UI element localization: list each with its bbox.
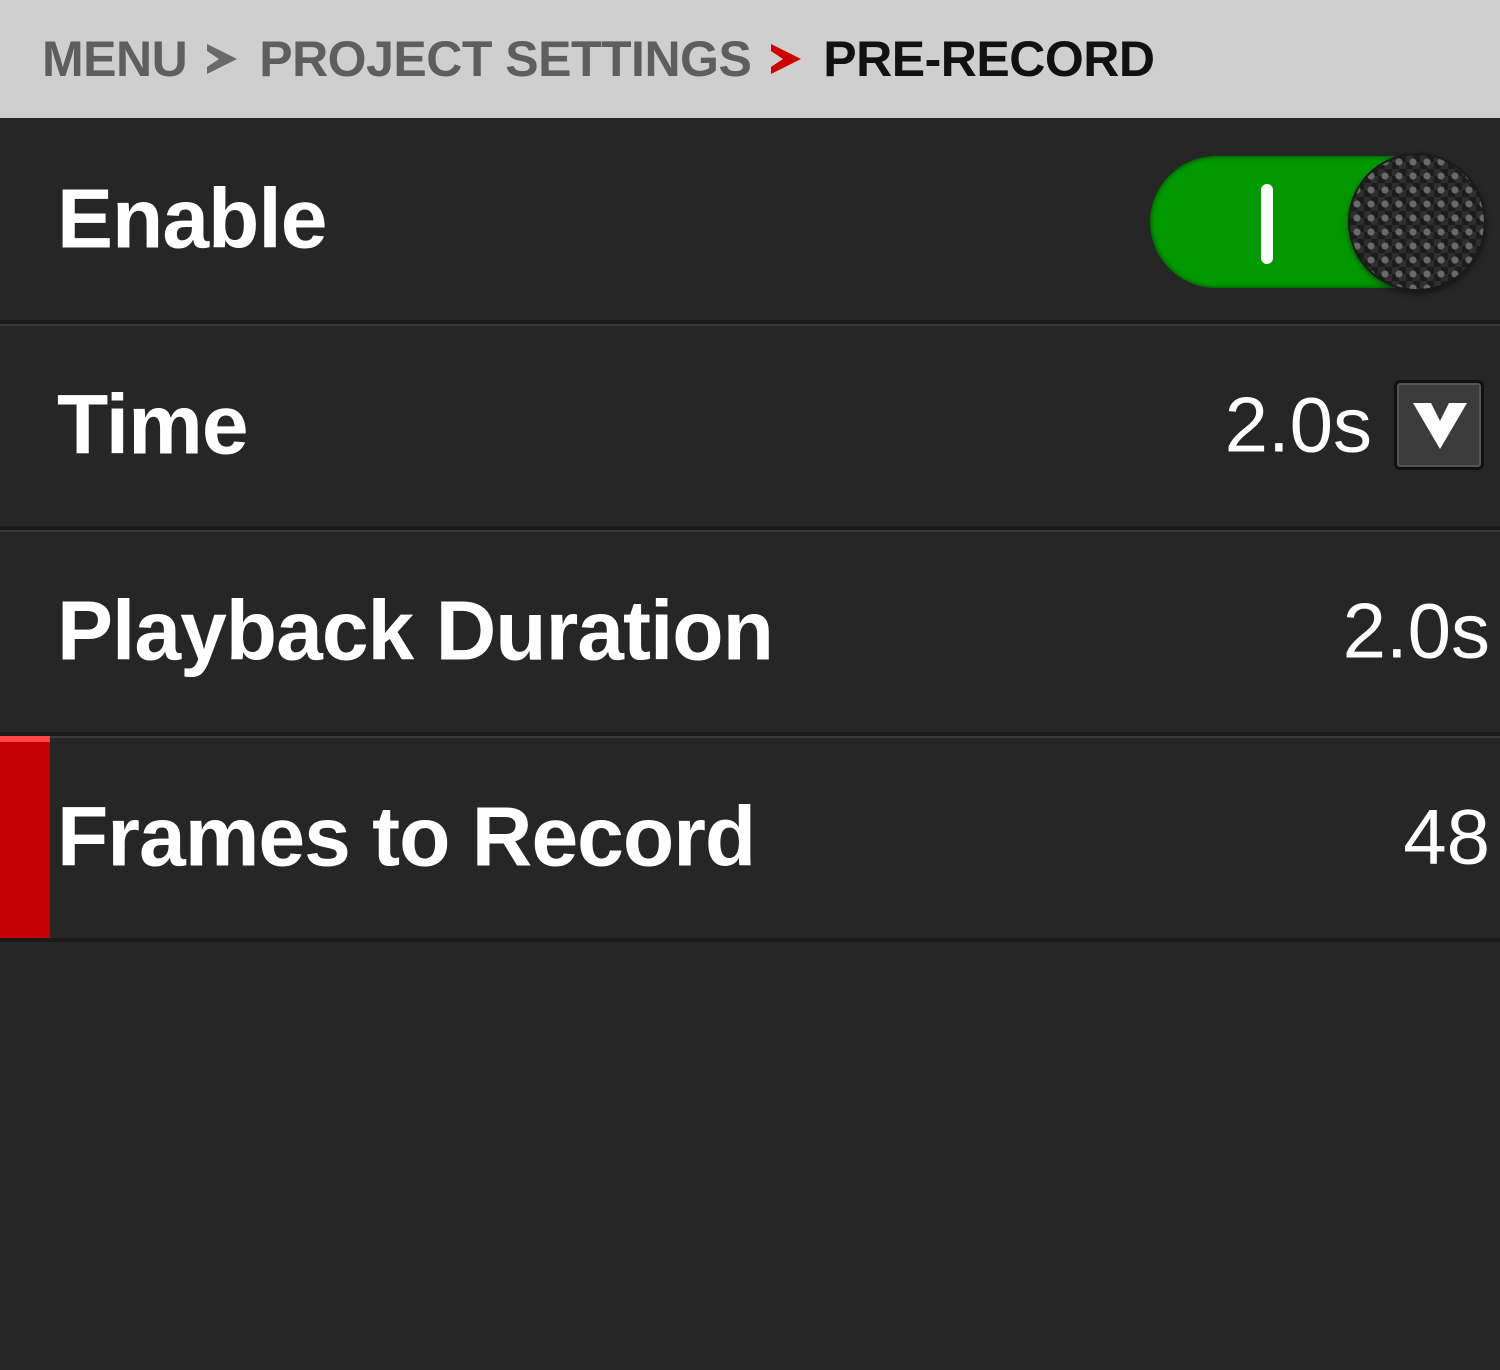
breadcrumb-item-menu[interactable]: MENU [42, 30, 188, 88]
setting-label: Frames to Record [57, 789, 756, 884]
setting-row-playback-duration[interactable]: Playback Duration 2.0s [0, 530, 1500, 736]
setting-row-frames-to-record[interactable]: Frames to Record 48 [0, 736, 1500, 942]
settings-list: Enable Time 2.0s Playback Duration 2.0s … [0, 118, 1500, 942]
setting-value: 2.0s [1224, 380, 1372, 469]
setting-row-enable[interactable]: Enable [0, 118, 1500, 324]
selection-indicator [0, 736, 50, 938]
chevron-down-icon [1413, 403, 1467, 449]
setting-label: Enable [57, 171, 327, 266]
breadcrumb-item-project-settings[interactable]: PROJECT SETTINGS [259, 30, 752, 88]
breadcrumb: MENU PROJECT SETTINGS PRE-RECORD [0, 0, 1500, 118]
time-dropdown-button[interactable] [1394, 380, 1484, 470]
chevron-right-icon [771, 44, 802, 74]
toggle-on-mark-icon [1261, 184, 1273, 264]
setting-row-time[interactable]: Time 2.0s [0, 324, 1500, 530]
page-title: PRE-RECORD [823, 31, 1155, 87]
setting-value: 48 [1403, 792, 1490, 881]
setting-value: 2.0s [1342, 586, 1490, 675]
setting-label: Playback Duration [57, 583, 774, 678]
chevron-right-icon [207, 44, 238, 74]
setting-label: Time [57, 377, 249, 472]
enable-toggle[interactable] [1150, 155, 1484, 289]
toggle-knob-icon[interactable] [1350, 155, 1484, 289]
